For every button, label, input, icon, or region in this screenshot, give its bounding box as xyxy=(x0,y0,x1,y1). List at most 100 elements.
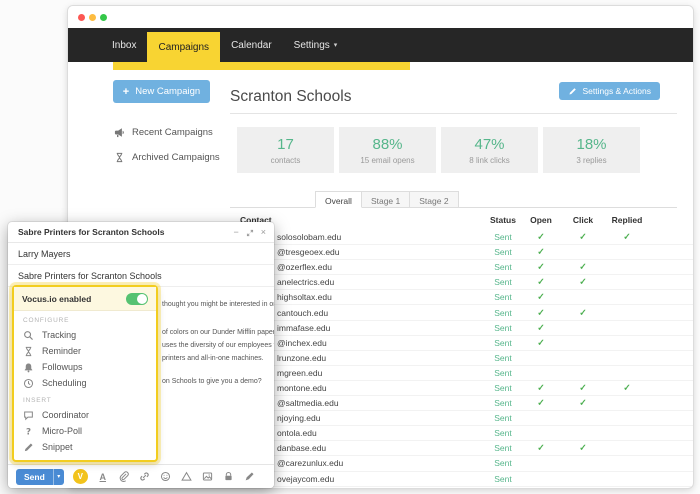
drive-icon[interactable] xyxy=(181,471,193,483)
vocus-item-reminder[interactable]: Reminder xyxy=(14,343,156,359)
open-check-icon: ✓ xyxy=(537,322,545,333)
open-check-icon: ✓ xyxy=(537,246,545,257)
link-icon[interactable] xyxy=(139,471,151,483)
image-icon[interactable] xyxy=(202,471,214,483)
sidebar-link-label: Recent Campaigns xyxy=(132,127,213,138)
status-badge: Sent xyxy=(494,247,512,258)
vocus-menu: CONFIGURE Tracking Reminder Followups Schedu… xyxy=(14,311,156,455)
send-button[interactable]: Send xyxy=(16,468,53,485)
pencil-icon xyxy=(568,87,577,96)
window-minimize-button[interactable] xyxy=(89,14,96,21)
contact-email: @inchex.edu xyxy=(277,337,327,348)
body-text-fragment: printers and all-in-one machines. xyxy=(162,355,264,362)
vocus-panel: Vocus.io enabled CONFIGURE Tracking Remind… xyxy=(12,285,158,462)
status-badge: Sent xyxy=(494,232,512,243)
pen-icon[interactable] xyxy=(244,471,256,483)
contact-email: @saltmedia.edu xyxy=(277,398,339,409)
contact-email: montone.edu xyxy=(277,382,327,393)
magnifier-icon xyxy=(23,330,34,341)
click-check-icon: ✓ xyxy=(579,276,587,287)
vocus-item-label: Reminder xyxy=(42,346,82,356)
stat-card-opens: 88% 15 email opens xyxy=(339,127,436,173)
nav-label: Campaigns xyxy=(158,41,210,53)
contact-email: ovejaycom.edu xyxy=(277,473,335,484)
vocus-toggle-switch[interactable] xyxy=(126,292,148,305)
open-check-icon: ✓ xyxy=(537,382,545,393)
status-badge: Sent xyxy=(494,458,512,469)
stat-value: 47% xyxy=(474,135,505,153)
vocus-toggle-row: Vocus.io enabled xyxy=(14,287,156,311)
body-text-fragment: uses the diversity of our employees to xyxy=(162,342,274,349)
page-title: Scranton Schools xyxy=(230,88,352,105)
vocus-item-tracking[interactable]: Tracking xyxy=(14,327,156,343)
vocus-item-followups[interactable]: Followups xyxy=(14,359,156,375)
window-close-button[interactable] xyxy=(78,14,85,21)
contact-email: ontola.edu xyxy=(277,428,317,439)
attach-icon[interactable] xyxy=(118,471,130,483)
vocus-item-label: Snippet xyxy=(42,442,73,452)
body-text-fragment: thought you might be interested in one o… xyxy=(162,301,274,308)
window-zoom-button[interactable] xyxy=(100,14,107,21)
minimize-icon[interactable]: − xyxy=(233,228,238,237)
nav-item-settings[interactable]: Settings ▾ xyxy=(283,28,349,62)
stat-label: 15 email opens xyxy=(360,155,415,165)
lock-icon[interactable] xyxy=(223,471,235,483)
open-check-icon: ✓ xyxy=(537,442,545,453)
vocus-item-micro-poll[interactable]: ? Micro-Poll xyxy=(14,423,156,439)
toolbar-icons: A xyxy=(97,471,256,483)
format-icon[interactable]: A xyxy=(97,471,109,483)
new-campaign-button[interactable]: + New Campaign xyxy=(113,80,210,103)
bell-icon xyxy=(23,362,34,373)
open-check-icon: ✓ xyxy=(537,291,545,302)
status-badge: Sent xyxy=(494,367,512,378)
compose-titlebar[interactable]: Sabre Printers for Scranton Schools − × xyxy=(8,222,274,243)
status-badge: Sent xyxy=(494,262,512,273)
vocus-item-scheduling[interactable]: Scheduling xyxy=(14,375,156,391)
vocus-item-snippet[interactable]: Snippet xyxy=(14,439,156,455)
tab-overall[interactable]: Overall xyxy=(315,191,362,208)
contact-email: solosolobam.edu xyxy=(277,232,342,243)
header-divider xyxy=(230,113,677,114)
contact-email: @carezunlux.edu xyxy=(277,458,344,469)
svg-text:?: ? xyxy=(26,427,31,437)
subject-field[interactable]: Sabre Printers for Scranton Schools xyxy=(8,265,274,287)
status-badge: Sent xyxy=(494,352,512,363)
chevron-down-icon: ▾ xyxy=(333,42,338,49)
nav-item-calendar[interactable]: Calendar xyxy=(220,28,283,62)
vocus-item-label: Followups xyxy=(42,362,83,372)
status-badge: Sent xyxy=(494,277,512,288)
stat-value: 17 xyxy=(277,135,294,153)
vocus-badge-icon[interactable]: V xyxy=(72,469,88,484)
expand-icon[interactable] xyxy=(246,229,254,237)
close-icon[interactable]: × xyxy=(261,228,266,237)
new-campaign-label: New Campaign xyxy=(135,86,201,97)
sidebar-item-archived-campaigns[interactable]: Archived Campaigns xyxy=(114,152,220,163)
speech-bubble-icon xyxy=(23,410,34,421)
sidebar-item-recent-campaigns[interactable]: Recent Campaigns xyxy=(114,127,213,138)
send-dropdown-button[interactable]: ▾ xyxy=(52,468,64,485)
replied-check-icon: ✓ xyxy=(623,382,631,393)
contact-email: danbase.edu xyxy=(277,443,327,454)
tab-stage-2[interactable]: Stage 2 xyxy=(410,191,459,208)
settings-actions-button[interactable]: Settings & Actions xyxy=(559,82,660,100)
vocus-toggle-label: Vocus.io enabled xyxy=(22,293,92,304)
contact-email: njoying.edu xyxy=(277,413,321,424)
vocus-item-coordinator[interactable]: Coordinator xyxy=(14,407,156,423)
main-nav: Inbox Campaigns Calendar Settings ▾ xyxy=(68,28,693,62)
column-header-click: Click xyxy=(572,215,594,225)
contact-email: immafase.edu xyxy=(277,322,331,333)
click-check-icon: ✓ xyxy=(579,397,587,408)
stat-value: 88% xyxy=(372,135,403,153)
nav-item-campaigns[interactable]: Campaigns xyxy=(147,32,221,62)
nav-item-inbox[interactable]: Inbox xyxy=(101,28,147,62)
status-badge: Sent xyxy=(494,382,512,393)
click-check-icon: ✓ xyxy=(579,231,587,242)
open-check-icon: ✓ xyxy=(537,231,545,242)
tab-stage-1[interactable]: Stage 1 xyxy=(361,191,411,208)
body-text-fragment: of colors on our Dunder Mifflin paper. xyxy=(162,329,274,336)
emoji-icon[interactable] xyxy=(160,471,172,483)
compose-window: Sabre Printers for Scranton Schools − × … xyxy=(8,222,274,488)
vocus-item-label: Micro-Poll xyxy=(42,426,83,436)
click-check-icon: ✓ xyxy=(579,442,587,453)
recipient-field[interactable]: Larry Mayers xyxy=(8,243,274,265)
